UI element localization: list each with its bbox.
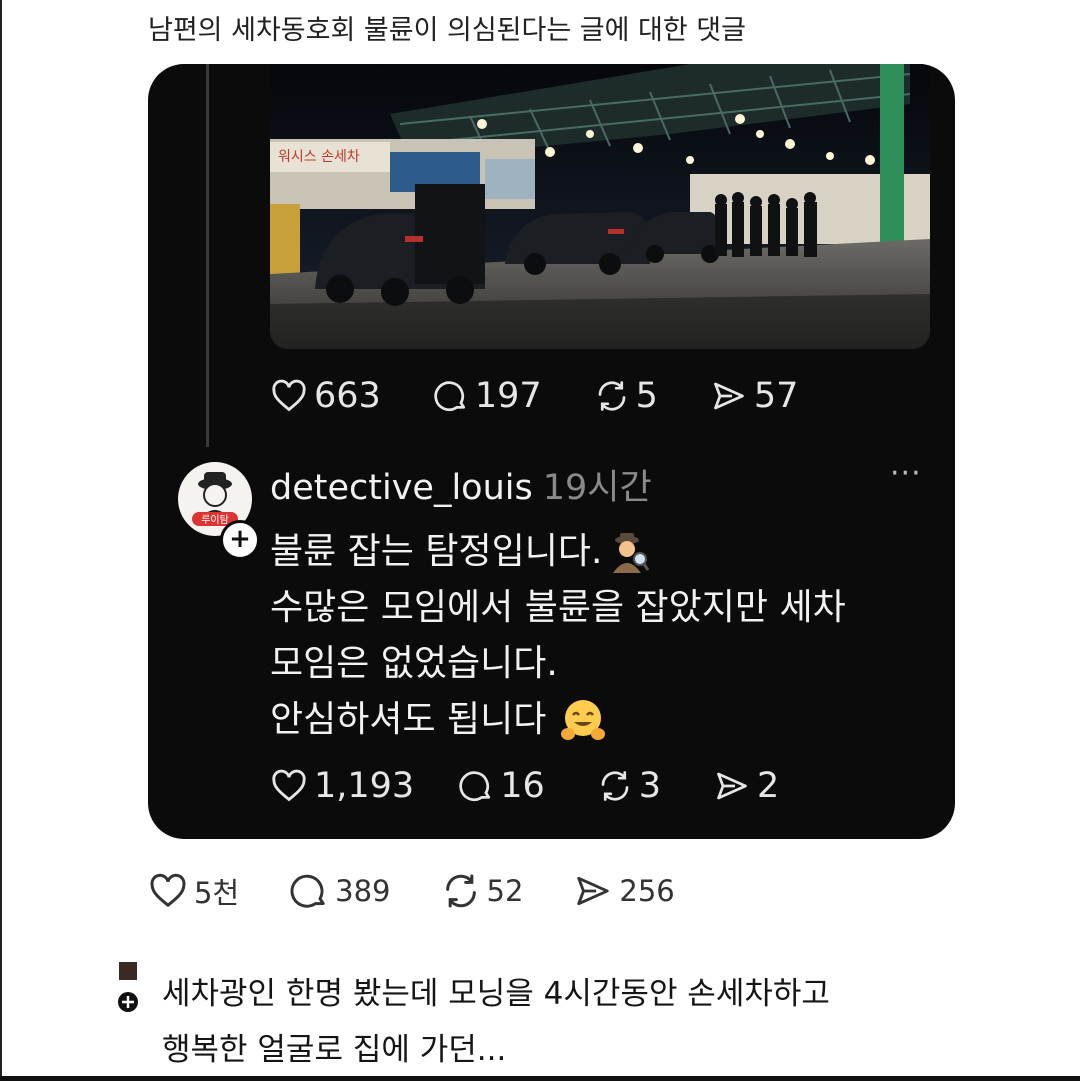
car-wash-night-image: 워시스 손세차 [270, 64, 930, 349]
reply-username[interactable]: detective_louis [270, 468, 533, 508]
comment-icon [459, 771, 491, 801]
reply-line-3: 모임은 없었습니다. [270, 643, 558, 684]
reply-timestamp: 19시간 [542, 468, 652, 508]
follow-button[interactable]: + [220, 520, 260, 560]
post-share-button[interactable]: 57 [710, 376, 799, 416]
more-icon[interactable]: ··· [890, 456, 922, 491]
outer-like-button[interactable]: 5천 [148, 870, 239, 912]
outer-share-count: 256 [619, 874, 675, 908]
commenter-avatar-icon [118, 962, 138, 1012]
page-title: 남편의 세차동호회 불륜이 의심된다는 글에 대한 댓글 [148, 15, 746, 46]
comment-line-1: 세차광인 한명 봤는데 모닝을 4시간동안 손세차하고 [162, 976, 830, 1012]
avatar-label: 루이탐 [201, 514, 229, 526]
outer-stats-row: 5천 389 52 256 [148, 870, 725, 912]
heart-icon [272, 379, 306, 412]
reply-share-button[interactable]: 2 [713, 766, 779, 806]
reply-share-count: 2 [757, 766, 780, 806]
outer-share-button[interactable]: 256 [573, 872, 675, 910]
repost-icon [601, 771, 629, 801]
reply-body: 불륜 잡는 탐정입니다. 수많은 모임에서 불륜을 잡았지만 세차 모임은 없었… [270, 524, 846, 748]
heart-icon [150, 873, 186, 908]
reply-comment-button[interactable]: 16 [458, 766, 545, 806]
outer-comment-count: 389 [335, 874, 391, 908]
comment-avatar[interactable] [117, 962, 141, 1022]
share-icon [717, 772, 747, 800]
share-icon [714, 382, 744, 410]
reply-repost-count: 3 [638, 766, 662, 806]
reply-comment-count: 16 [500, 766, 545, 806]
hugging-emoji-icon [561, 700, 606, 740]
share-icon [577, 876, 610, 906]
post-like-count: 663 [314, 376, 381, 416]
outer-comment-button[interactable]: 389 [289, 871, 391, 911]
reply-line-1: 불륜 잡는 탐정입니다. [270, 524, 846, 580]
threads-card: 워시스 손세차 663 197 5 57 루이탐 + detective_lou… [148, 64, 955, 839]
detective-emoji-icon [613, 533, 650, 573]
reply-like-count: 1,193 [314, 766, 415, 806]
reply-line-4: 안심하셔도 됩니다 [270, 692, 846, 748]
repost-icon [445, 874, 476, 908]
outer-like-count: 5천 [194, 876, 240, 910]
post-comment-button[interactable]: 197 [433, 376, 542, 416]
post-comment-count: 197 [474, 376, 542, 416]
reply-header: detective_louis 19시간 [270, 459, 652, 510]
comment-line-2: 행복한 얼굴로 집에 가던... [162, 1032, 507, 1068]
photo-sign-text: 워시스 손세차 [278, 149, 360, 165]
post-photo[interactable]: 워시스 손세차 [270, 64, 930, 349]
post-repost-button[interactable]: 5 [594, 376, 658, 416]
reply-repost-button[interactable]: 3 [597, 766, 661, 806]
reply-line-2: 수많은 모임에서 불륜을 잡았지만 세차 [270, 587, 846, 628]
comment-body: 세차광인 한명 봤는데 모닝을 4시간동안 손세차하고 행복한 얼굴로 집에 가… [162, 966, 830, 1078]
outer-repost-button[interactable]: 52 [441, 871, 524, 911]
comment-icon [434, 381, 465, 411]
repost-icon [598, 381, 625, 411]
outer-repost-count: 52 [486, 874, 524, 908]
frame-border-left [0, 0, 2, 1081]
heart-icon [272, 769, 306, 802]
comment-icon [290, 874, 325, 908]
reply-stats-row: 1,193 16 3 2 [270, 766, 831, 806]
post-stats-row: 663 197 5 57 [270, 376, 850, 416]
post-like-button[interactable]: 663 [270, 376, 381, 416]
thread-connector-line [206, 64, 209, 447]
post-share-count: 57 [753, 376, 799, 416]
post-repost-count: 5 [635, 376, 658, 416]
reply-like-button[interactable]: 1,193 [270, 766, 414, 806]
